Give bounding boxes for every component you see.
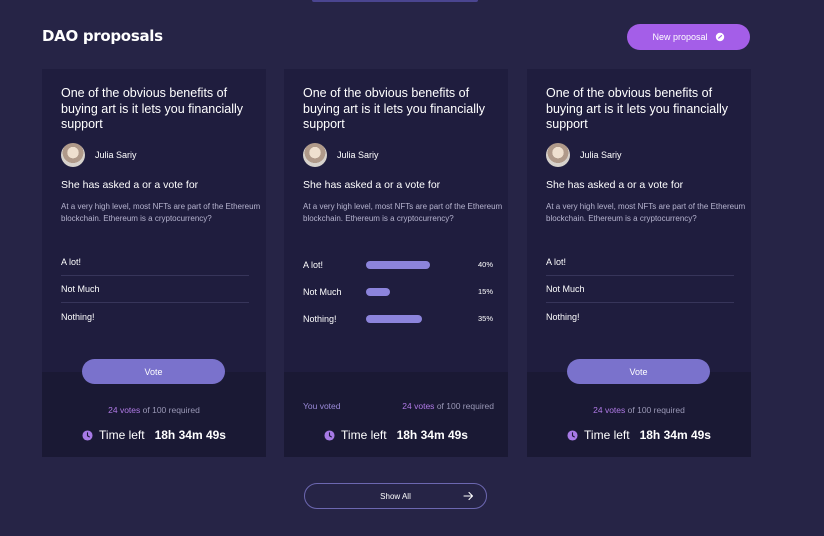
result-bar-fill	[366, 260, 430, 269]
time-left: Time left 18h 34m 49s	[284, 428, 508, 442]
result-bar	[366, 314, 466, 323]
author: Julia Sariy	[546, 143, 622, 167]
time-left-label: Time left	[341, 428, 387, 442]
proposal-card: One of the obvious benefits of buying ar…	[527, 69, 751, 457]
result-row: Not Much 15%	[303, 278, 493, 305]
time-left-value: 18h 34m 49s	[639, 428, 711, 442]
vote-option[interactable]: A lot!	[546, 249, 734, 276]
avatar	[546, 143, 570, 167]
result-bar	[366, 287, 466, 296]
result-percent: 35%	[477, 314, 493, 323]
votes-progress: 24 votes of 100 required	[42, 405, 266, 415]
votes-required: of 100 required	[142, 405, 200, 415]
result-row: A lot! 40%	[303, 251, 493, 278]
proposal-question: She has asked a or a vote for	[546, 179, 684, 191]
votes-required: of 100 required	[436, 401, 494, 411]
proposal-title: One of the obvious benefits of buying ar…	[61, 86, 244, 131]
proposal-title: One of the obvious benefits of buying ar…	[303, 86, 486, 131]
votes-count: 24 votes	[108, 405, 141, 415]
clock-icon	[82, 429, 93, 441]
vote-button[interactable]: Vote	[82, 359, 225, 384]
result-bar-fill	[366, 287, 390, 296]
vote-option[interactable]: Not Much	[61, 276, 249, 303]
votes-count: 24 votes	[402, 401, 435, 411]
avatar	[61, 143, 85, 167]
show-all-button[interactable]: Show All	[304, 483, 487, 509]
new-proposal-label: New proposal	[652, 32, 708, 42]
time-left-label: Time left	[584, 428, 630, 442]
votes-progress: 24 votes of 100 required	[527, 405, 751, 415]
voted-status: You voted 24 votes of 100 required	[303, 401, 494, 411]
proposal-card: One of the obvious benefits of buying ar…	[42, 69, 266, 457]
chat-bubble-icon	[715, 32, 724, 42]
proposal-title: One of the obvious benefits of buying ar…	[546, 86, 729, 131]
vote-options: A lot! Not Much Nothing!	[61, 249, 249, 330]
vote-options: A lot! Not Much Nothing!	[546, 249, 734, 330]
top-edge-tab	[312, 0, 478, 2]
arrow-right-icon	[463, 491, 474, 501]
proposal-card: One of the obvious benefits of buying ar…	[284, 69, 508, 457]
proposal-question: She has asked a or a vote for	[61, 179, 199, 191]
author: Julia Sariy	[303, 143, 379, 167]
new-proposal-button[interactable]: New proposal	[627, 24, 750, 50]
time-left: Time left 18h 34m 49s	[527, 428, 751, 442]
time-left: Time left 18h 34m 49s	[42, 428, 266, 442]
you-voted-label: You voted	[303, 401, 341, 411]
page-title: DAO proposals	[42, 27, 163, 45]
time-left-value: 18h 34m 49s	[396, 428, 468, 442]
vote-option[interactable]: A lot!	[61, 249, 249, 276]
result-label: Not Much	[303, 286, 342, 297]
result-bar	[366, 260, 466, 269]
time-left-value: 18h 34m 49s	[154, 428, 226, 442]
votes-required: of 100 required	[627, 405, 685, 415]
time-left-label: Time left	[99, 428, 145, 442]
proposal-description: At a very high level, most NFTs are part…	[303, 202, 503, 223]
clock-icon	[567, 429, 578, 441]
show-all-label: Show All	[380, 491, 411, 501]
votes-count: 24 votes	[593, 405, 626, 415]
avatar	[303, 143, 327, 167]
author-name: Julia Sariy	[337, 150, 379, 160]
result-percent: 15%	[477, 287, 493, 296]
result-label: Nothing!	[303, 313, 337, 324]
result-row: Nothing! 35%	[303, 305, 493, 332]
result-label: A lot!	[303, 259, 324, 270]
vote-results: A lot! 40% Not Much 15% Nothing! 35%	[303, 251, 493, 332]
clock-icon	[324, 429, 335, 441]
vote-option[interactable]: Nothing!	[546, 303, 734, 330]
result-percent: 40%	[477, 260, 493, 269]
author-name: Julia Sariy	[580, 150, 622, 160]
proposal-question: She has asked a or a vote for	[303, 179, 441, 191]
card-footer-panel	[284, 372, 508, 457]
author-name: Julia Sariy	[95, 150, 137, 160]
vote-option[interactable]: Nothing!	[61, 303, 249, 330]
proposal-description: At a very high level, most NFTs are part…	[546, 202, 746, 223]
vote-button[interactable]: Vote	[567, 359, 710, 384]
author: Julia Sariy	[61, 143, 137, 167]
vote-option[interactable]: Not Much	[546, 276, 734, 303]
result-bar-fill	[366, 314, 422, 323]
proposal-description: At a very high level, most NFTs are part…	[61, 202, 261, 223]
